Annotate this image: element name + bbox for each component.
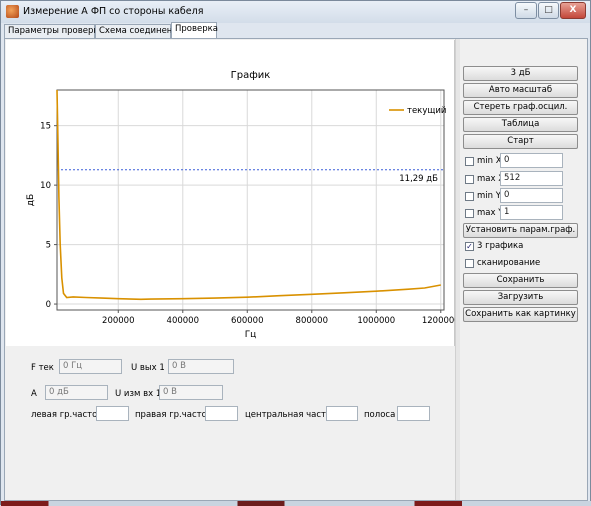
- max-x-checkbox[interactable]: [465, 175, 474, 184]
- db3-button[interactable]: 3 дБ: [463, 66, 578, 81]
- minimize-button[interactable]: –: [515, 2, 537, 19]
- min-y-input[interactable]: 0: [500, 188, 563, 203]
- window-title: Измерение А ФП со стороны кабеля: [23, 6, 204, 17]
- max-y-input[interactable]: 1: [500, 205, 563, 220]
- min-y-checkbox[interactable]: [465, 192, 474, 201]
- scanning-checkbox[interactable]: [465, 259, 474, 268]
- table-button[interactable]: Таблица: [463, 117, 578, 132]
- y-tick-label: 0: [46, 300, 51, 310]
- tab-check[interactable]: Проверка: [171, 22, 218, 38]
- min-x-checkbox[interactable]: [465, 157, 474, 166]
- clear-graph-button[interactable]: Стереть граф.осцил.: [463, 100, 578, 115]
- tab-content: График 200000 400000 600000 800000 1000000 120…: [4, 38, 588, 501]
- x-tick-label: 1000000: [357, 316, 395, 326]
- a-label: А: [31, 389, 37, 399]
- y-tick-label: 15: [40, 122, 51, 132]
- f-tek-field[interactable]: 0 Гц: [59, 359, 122, 374]
- x-tick-label: 200000: [102, 316, 134, 326]
- plot-area: [56, 89, 445, 311]
- x-tick-label: 600000: [231, 316, 263, 326]
- x-tick-label: 800000: [296, 316, 328, 326]
- series-line: [56, 89, 441, 301]
- close-button[interactable]: X: [560, 2, 586, 19]
- x-tick-label: 1200000: [422, 316, 455, 326]
- tab-connection-diagram[interactable]: Схема соединения: [95, 24, 183, 38]
- tab-test-params[interactable]: Параметры проверки: [4, 24, 104, 38]
- left-freq-field[interactable]: [96, 406, 129, 421]
- y-tick-label: 10: [40, 181, 51, 191]
- min-x-label: min X: [477, 156, 502, 166]
- three-graphs-checkbox[interactable]: ✓: [465, 242, 474, 251]
- u-out-field[interactable]: 0 В: [168, 359, 234, 374]
- set-graph-params-button[interactable]: Установить парам.граф.: [463, 223, 578, 238]
- band-field[interactable]: [397, 406, 430, 421]
- min-y-label: min Y: [477, 191, 501, 201]
- control-panel: 3 дБ Авто масштаб Стереть граф.осцил. Та…: [460, 39, 587, 500]
- load-button[interactable]: Загрузить: [463, 290, 578, 305]
- center-freq-field[interactable]: [326, 406, 358, 421]
- save-as-image-button[interactable]: Сохранить как картинку: [463, 307, 578, 322]
- app-icon: [6, 5, 19, 18]
- start-button[interactable]: Старт: [463, 134, 578, 149]
- band-label: полоса: [364, 410, 396, 420]
- legend-label: текущий: [407, 106, 446, 116]
- f-tek-label: F тек: [31, 363, 54, 373]
- x-axis-label: Гц: [245, 330, 257, 340]
- measurement-panel: F тек 0 Гц U вых 1 0 В А 0 дБ U изм вх 1…: [6, 349, 455, 499]
- u-out-label: U вых 1: [131, 363, 165, 373]
- three-graphs-label: 3 графика: [477, 241, 524, 251]
- scanning-label: сканирование: [477, 258, 541, 268]
- a-field[interactable]: 0 дБ: [45, 385, 108, 400]
- u-in-field[interactable]: 0 В: [159, 385, 223, 400]
- min-x-input[interactable]: 0: [500, 153, 563, 168]
- chart-panel: График 200000 400000 600000 800000 1000000 120…: [6, 40, 460, 346]
- taskbar-strip: [1, 501, 591, 506]
- main-window: Измерение А ФП со стороны кабеля – □ X П…: [0, 0, 591, 506]
- max-x-input[interactable]: 512: [500, 171, 563, 186]
- y-tick-label: 5: [46, 241, 51, 251]
- reference-line-label: 11,29 дБ: [399, 174, 438, 184]
- chart-title: График: [231, 70, 271, 81]
- u-in-label: U изм вх 1: [115, 389, 162, 399]
- x-tick-label: 400000: [167, 316, 199, 326]
- right-freq-field[interactable]: [205, 406, 238, 421]
- y-axis-label: дБ: [26, 194, 36, 206]
- save-button[interactable]: Сохранить: [463, 273, 578, 288]
- title-bar: Измерение А ФП со стороны кабеля – □ X: [1, 1, 590, 23]
- chart: График 200000 400000 600000 800000 1000000 120…: [26, 70, 460, 340]
- max-y-checkbox[interactable]: [465, 209, 474, 218]
- autoscale-button[interactable]: Авто масштаб: [463, 83, 578, 98]
- maximize-button[interactable]: □: [538, 2, 559, 19]
